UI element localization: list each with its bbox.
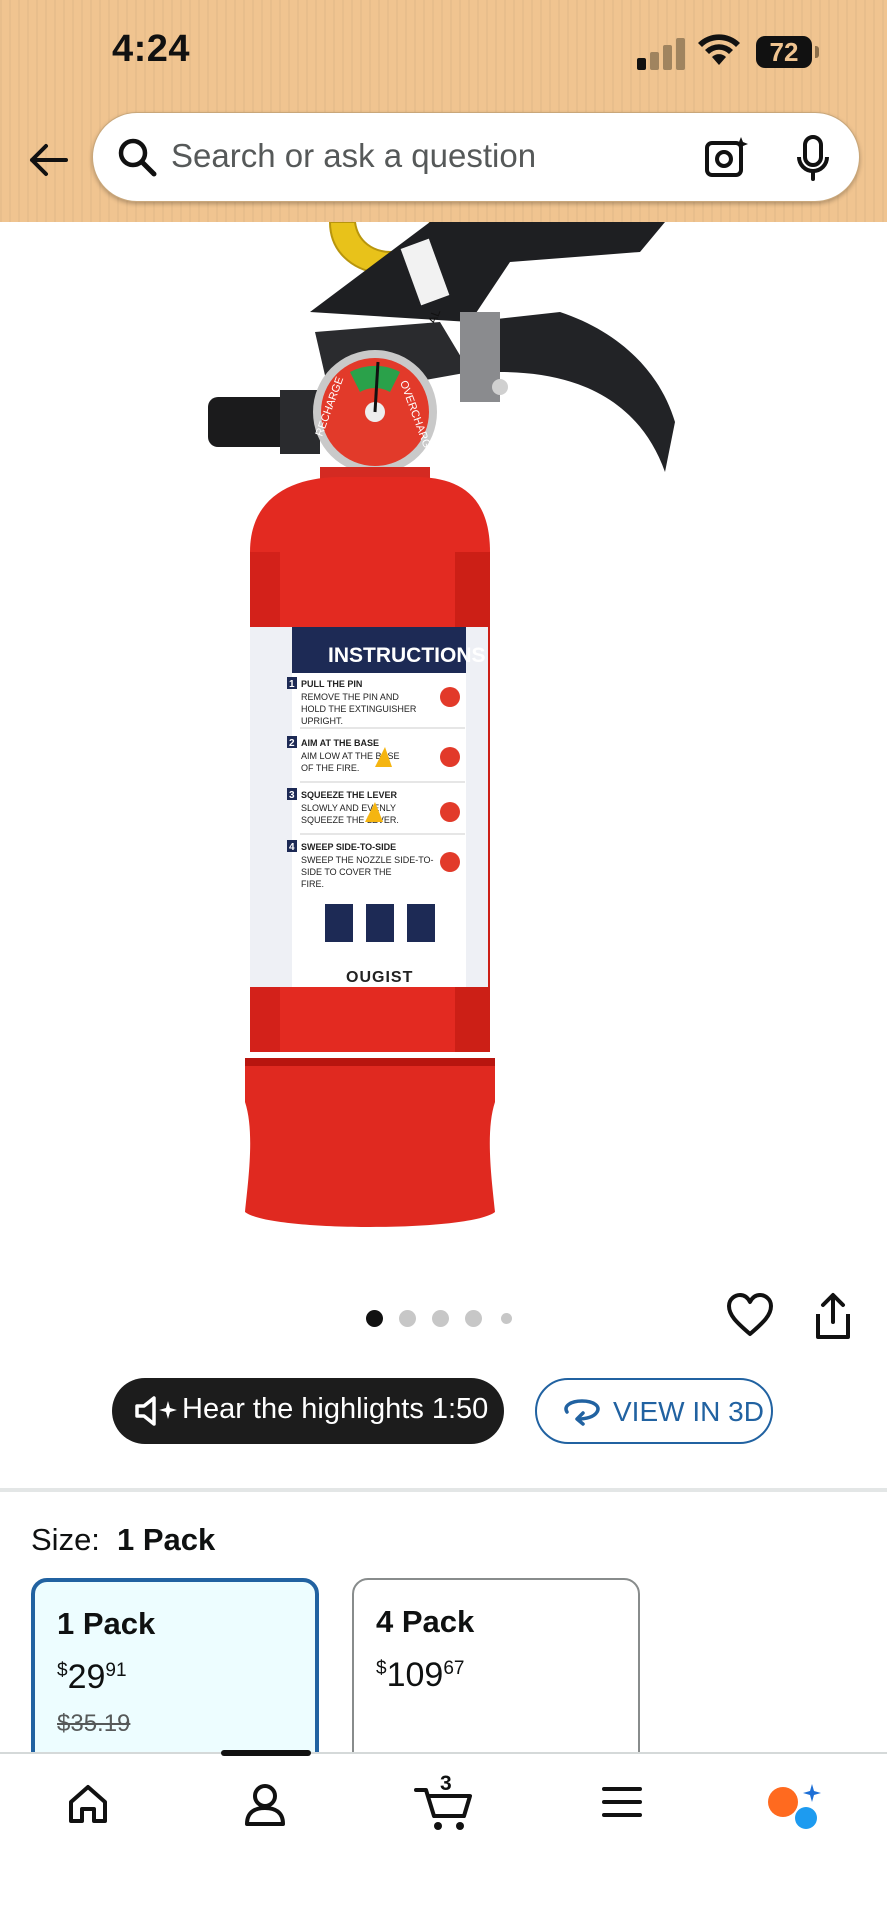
size-option-1-pack[interactable]: 1 Pack $2991 $35.19 — [31, 1578, 319, 1778]
battery-indicator: 72 — [756, 36, 819, 68]
step-1-title: PULL THE PIN — [301, 679, 362, 689]
step-1-text-1: REMOVE THE PIN AND — [301, 692, 399, 702]
share-icon[interactable] — [812, 1292, 854, 1342]
step-2-title: AIM AT THE BASE — [301, 738, 379, 748]
camera-search-icon[interactable] — [701, 133, 751, 183]
home-icon[interactable] — [66, 1782, 110, 1826]
carousel-dot[interactable] — [366, 1310, 383, 1327]
cart-count-badge: 3 — [440, 1772, 452, 1795]
header: 4:24 72 Search or ask a question — [0, 0, 887, 222]
step-4-text-3: FIRE. — [301, 879, 324, 889]
size-option-price: $10967 — [376, 1656, 465, 1694]
speaker-sparkle-icon — [135, 1396, 177, 1426]
wifi-icon — [698, 34, 740, 65]
step-3-text-1: SLOWLY AND EVENLY — [301, 803, 396, 813]
brand-label: OUGIST — [346, 969, 413, 986]
carousel-dot[interactable] — [501, 1313, 512, 1324]
active-tab-indicator — [221, 1750, 311, 1756]
section-divider — [0, 1488, 887, 1492]
step-4-text-2: SIDE TO COVER THE — [301, 867, 392, 877]
size-option-name: 1 Pack — [57, 1606, 156, 1641]
back-arrow-icon[interactable] — [26, 138, 70, 182]
carousel-dot[interactable] — [465, 1310, 482, 1327]
rufus-icon[interactable] — [766, 1782, 826, 1832]
step-1-num: 1 — [289, 679, 295, 690]
rotate-3d-icon — [564, 1399, 600, 1426]
menu-icon[interactable] — [601, 1782, 643, 1822]
step-4-title: SWEEP SIDE-TO-SIDE — [301, 842, 396, 852]
size-option-4-pack[interactable]: 4 Pack $10967 — [352, 1578, 640, 1778]
hear-highlights-button[interactable]: Hear the highlights 1:50 — [112, 1378, 504, 1444]
size-label: Size: — [31, 1522, 100, 1557]
carousel-dot[interactable] — [399, 1310, 416, 1327]
step-3-num: 3 — [289, 790, 295, 801]
size-option-list-price: $35.19 — [57, 1710, 131, 1737]
hear-highlights-label: Hear the highlights 1:50 — [182, 1393, 489, 1425]
size-option-name: 4 Pack — [376, 1604, 475, 1639]
size-option-price: $2991 — [57, 1658, 127, 1696]
microphone-icon[interactable] — [793, 133, 833, 183]
view-in-3d-button[interactable]: VIEW IN 3D — [535, 1378, 773, 1444]
view-in-3d-label: VIEW IN 3D — [613, 1396, 764, 1427]
step-3-title: SQUEEZE THE LEVER — [301, 790, 398, 800]
step-3-text-2: SQUEEZE THE LEVER. — [301, 815, 399, 825]
step-1-text-3: UPRIGHT. — [301, 716, 343, 726]
carousel-dot[interactable] — [432, 1310, 449, 1327]
step-4-num: 4 — [289, 842, 295, 853]
cellular-signal-icon — [637, 36, 685, 70]
status-time: 4:24 — [112, 28, 191, 70]
heart-icon[interactable] — [726, 1292, 774, 1338]
step-4-text-1: SWEEP THE NOZZLE SIDE-TO- — [301, 855, 434, 865]
step-2-num: 2 — [289, 738, 295, 749]
account-icon[interactable] — [243, 1782, 287, 1828]
search-input[interactable]: Search or ask a question — [171, 137, 536, 175]
search-icon — [118, 138, 157, 177]
size-selected-value: 1 Pack — [117, 1522, 216, 1557]
step-1-text-2: HOLD THE EXTINGUISHER — [301, 704, 417, 714]
fire-extinguisher-image: SEAL RECHARGE OVERCHARGED INSTRUCTIONS P… — [208, 222, 675, 1227]
step-2-text-2: OF THE FIRE. — [301, 763, 359, 773]
instructions-title: INSTRUCTIONS — [328, 644, 486, 667]
product-image[interactable]: SEAL RECHARGE OVERCHARGED INSTRUCTIONS P… — [0, 222, 887, 1262]
search-bar[interactable]: Search or ask a question — [92, 112, 860, 202]
